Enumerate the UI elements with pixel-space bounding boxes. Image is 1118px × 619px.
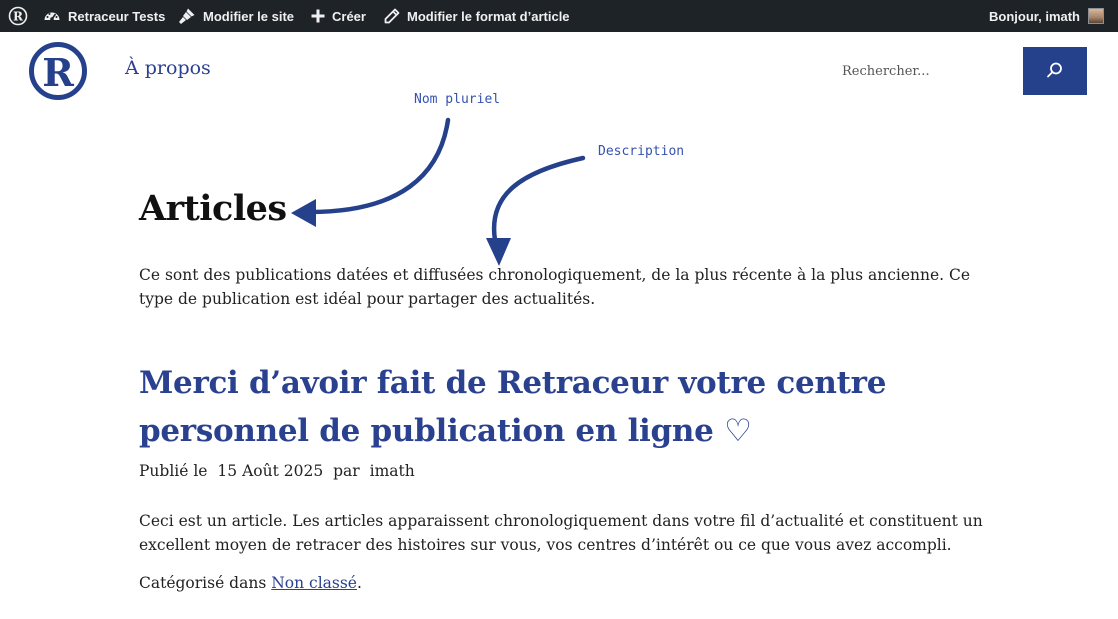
site-name-menu[interactable]: Retraceur Tests [43, 0, 165, 32]
post-categories: Catégorisé dans Non classé. [139, 574, 362, 592]
site-logo[interactable]: R [28, 41, 88, 101]
post-meta-published: Publié le [139, 462, 208, 480]
post-meta: Publié le 15 Août 2025 par imath [139, 462, 420, 480]
svg-text:R: R [13, 10, 24, 24]
post-meta-by: par [333, 462, 360, 480]
post-title-link[interactable]: Merci d’avoir fait de Retraceur votre ce… [139, 359, 939, 455]
search-input[interactable] [832, 51, 1018, 91]
svg-text:R: R [42, 50, 74, 95]
search-button[interactable] [1023, 47, 1087, 95]
new-content-label: Créer [332, 8, 366, 24]
avatar-image [1088, 8, 1104, 24]
nav-item-about[interactable]: À propos [125, 57, 211, 79]
post-author[interactable]: imath [370, 462, 415, 480]
categories-label: Catégorisé dans [139, 574, 267, 592]
search-icon [1046, 61, 1064, 82]
dashboard-icon [43, 7, 61, 25]
plus-icon [311, 9, 325, 23]
archive-description: Ce sont des publications datées et diffu… [139, 266, 971, 308]
archive-title: Articles [139, 188, 287, 229]
greeting-label: Bonjour, imath [989, 8, 1080, 24]
my-account-menu[interactable]: Bonjour, imath [989, 0, 1080, 32]
annotation-description: Description [598, 144, 685, 159]
admin-bar: R Retraceur Tests Modifier le site Créer… [0, 0, 1118, 32]
post-date[interactable]: 15 Août 2025 [217, 462, 323, 480]
arrow-plural-name [307, 117, 451, 215]
site-name-label: Retraceur Tests [68, 8, 166, 24]
edit-format-link[interactable]: Modifier le format d’article [384, 0, 570, 32]
pencil-icon [384, 8, 400, 24]
arrow-description [491, 155, 586, 243]
categories-end: . [356, 574, 362, 592]
arrow-plural-name-head [291, 199, 316, 227]
edit-site-link[interactable]: Modifier le site [178, 0, 294, 32]
annotation-plural-name: Nom pluriel [414, 92, 501, 107]
avatar[interactable] [1081, 0, 1104, 32]
category-link[interactable]: Non classé [271, 574, 357, 592]
edit-site-label: Modifier le site [203, 8, 295, 24]
retraceur-logo-icon[interactable]: R [8, 0, 28, 32]
arrow-description-head [486, 238, 511, 266]
edit-format-label: Modifier le format d’article [407, 8, 570, 24]
post-excerpt: Ceci est un article. Les articles appara… [139, 512, 983, 554]
retraceur-logo-icon: R [29, 42, 87, 100]
new-content-menu[interactable]: Créer [311, 0, 366, 32]
brush-icon [178, 7, 196, 25]
